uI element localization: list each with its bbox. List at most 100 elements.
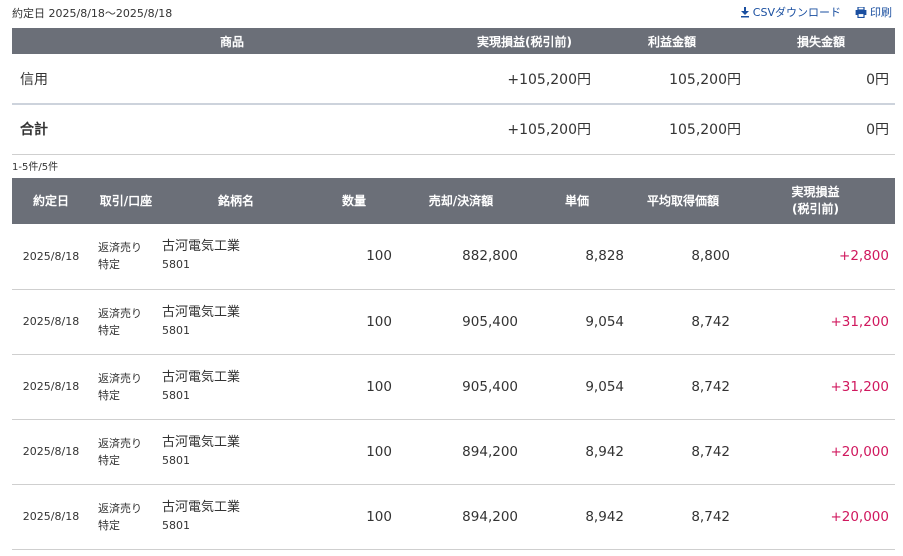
download-icon — [740, 6, 749, 17]
unit-price: 9,054 — [524, 354, 630, 420]
quantity: 100 — [310, 289, 398, 355]
trades-table: 約定日 取引/口座 銘柄名 数量 売却/決済額 単価 平均取得価額 実現損益 (… — [12, 178, 895, 550]
trade-account-cell: 返済売り 特定 — [90, 224, 162, 290]
col-avg-cost: 平均取得価額 — [630, 178, 736, 224]
top-bar: 約定日 2025/8/18〜2025/8/18 CSVダウンロード 印刷 — [12, 4, 892, 22]
date-range-label: 約定日 2025/8/18〜2025/8/18 — [12, 7, 173, 20]
trades-header-row: 約定日 取引/口座 銘柄名 数量 売却/決済額 単価 平均取得価額 実現損益 (… — [12, 178, 895, 224]
unit-price: 8,942 — [524, 484, 630, 550]
result-count: 1-5件/5件 — [12, 162, 59, 173]
realized-pl: +20,000 — [736, 419, 895, 485]
trade-type: 返済売り — [98, 371, 142, 385]
summary-row-total: 合計 +105,200円 105,200円 0円 — [12, 104, 895, 155]
quantity: 100 — [310, 484, 398, 550]
account-type: 特定 — [98, 518, 120, 532]
avg-cost: 8,742 — [630, 419, 736, 485]
summary-realized: +105,200円 — [452, 104, 597, 155]
security-cell: 古河電気工業 5801 — [162, 224, 310, 290]
account-type: 特定 — [98, 323, 120, 337]
sale-amount: 905,400 — [398, 354, 524, 420]
csv-download-label: CSVダウンロード — [752, 6, 841, 19]
table-row: 2025/8/18 返済売り 特定 古河電気工業 5801 100 882,800 8,828… — [12, 224, 895, 290]
security-code: 5801 — [162, 453, 190, 467]
trade-account-cell: 返済売り 特定 — [90, 289, 162, 355]
csv-download-link[interactable]: CSVダウンロード — [740, 4, 841, 20]
trade-date: 2025/8/18 — [12, 419, 90, 485]
summary-table: 商品 実現損益(税引前) 利益金額 損失金額 信用 +105,200円 105,… — [12, 28, 895, 155]
table-row: 2025/8/18 返済売り 特定 古河電気工業 5801 100 905,400 9,054… — [12, 289, 895, 355]
summary-product: 合計 — [12, 104, 452, 155]
security-cell: 古河電気工業 5801 — [162, 484, 310, 550]
security-name[interactable]: 古河電気工業 — [162, 435, 240, 450]
summary-loss: 0円 — [747, 104, 895, 155]
col-realized-pl-line2: (税引前) — [792, 202, 839, 216]
unit-price: 9,054 — [524, 289, 630, 355]
avg-cost: 8,742 — [630, 289, 736, 355]
security-cell: 古河電気工業 5801 — [162, 354, 310, 420]
security-code: 5801 — [162, 518, 190, 532]
summary-col-profit: 利益金額 — [597, 28, 747, 54]
account-type: 特定 — [98, 453, 120, 467]
security-name[interactable]: 古河電気工業 — [162, 305, 240, 320]
realized-pl: +31,200 — [736, 354, 895, 420]
summary-profit: 105,200円 — [597, 54, 747, 105]
summary-col-loss: 損失金額 — [747, 28, 895, 54]
print-link[interactable]: 印刷 — [855, 4, 892, 20]
col-trade-date: 約定日 — [12, 178, 90, 224]
trade-date: 2025/8/18 — [12, 224, 90, 290]
quantity: 100 — [310, 419, 398, 485]
trade-account-cell: 返済売り 特定 — [90, 484, 162, 550]
summary-header-row: 商品 実現損益(税引前) 利益金額 損失金額 — [12, 28, 895, 54]
col-unit-price: 単価 — [524, 178, 630, 224]
col-security-name: 銘柄名 — [162, 178, 310, 224]
printer-icon — [855, 6, 867, 18]
avg-cost: 8,742 — [630, 354, 736, 420]
trade-account-cell: 返済売り 特定 — [90, 354, 162, 420]
unit-price: 8,828 — [524, 224, 630, 290]
col-sale-amount: 売却/決済額 — [398, 178, 524, 224]
quantity: 100 — [310, 354, 398, 420]
security-cell: 古河電気工業 5801 — [162, 289, 310, 355]
summary-product: 信用 — [12, 54, 452, 105]
summary-profit: 105,200円 — [597, 104, 747, 155]
sale-amount: 894,200 — [398, 419, 524, 485]
security-code: 5801 — [162, 323, 190, 337]
summary-row-margin: 信用 +105,200円 105,200円 0円 — [12, 54, 895, 105]
col-trade-account: 取引/口座 — [90, 178, 162, 224]
summary-loss: 0円 — [747, 54, 895, 105]
sale-amount: 905,400 — [398, 289, 524, 355]
col-realized-pl-line1: 実現損益 — [791, 185, 840, 199]
trade-account-cell: 返済売り 特定 — [90, 419, 162, 485]
sale-amount: 882,800 — [398, 224, 524, 290]
security-name[interactable]: 古河電気工業 — [162, 500, 240, 515]
security-cell: 古河電気工業 5801 — [162, 419, 310, 485]
summary-realized: +105,200円 — [452, 54, 597, 105]
security-code: 5801 — [162, 388, 190, 402]
quantity: 100 — [310, 224, 398, 290]
security-name[interactable]: 古河電気工業 — [162, 239, 240, 254]
action-links: CSVダウンロード 印刷 — [740, 4, 892, 20]
account-type: 特定 — [98, 388, 120, 402]
realized-pl: +31,200 — [736, 289, 895, 355]
print-label: 印刷 — [870, 6, 892, 19]
unit-price: 8,942 — [524, 419, 630, 485]
col-realized-pl: 実現損益 (税引前) — [736, 178, 895, 224]
trade-type: 返済売り — [98, 501, 142, 515]
col-quantity: 数量 — [310, 178, 398, 224]
trade-type: 返済売り — [98, 241, 142, 255]
table-row: 2025/8/18 返済売り 特定 古河電気工業 5801 100 894,200 8,942… — [12, 419, 895, 485]
realized-pl: +20,000 — [736, 484, 895, 550]
trade-date: 2025/8/18 — [12, 484, 90, 550]
avg-cost: 8,742 — [630, 484, 736, 550]
trade-date: 2025/8/18 — [12, 354, 90, 420]
trade-type: 返済売り — [98, 306, 142, 320]
table-row: 2025/8/18 返済売り 特定 古河電気工業 5801 100 894,200 8,942… — [12, 484, 895, 550]
trade-date: 2025/8/18 — [12, 289, 90, 355]
security-name[interactable]: 古河電気工業 — [162, 370, 240, 385]
trade-type: 返済売り — [98, 436, 142, 450]
table-row: 2025/8/18 返済売り 特定 古河電気工業 5801 100 905,400 9,054… — [12, 354, 895, 420]
realized-pl: +2,800 — [736, 224, 895, 290]
account-type: 特定 — [98, 258, 120, 272]
avg-cost: 8,800 — [630, 224, 736, 290]
summary-col-product: 商品 — [12, 28, 452, 54]
